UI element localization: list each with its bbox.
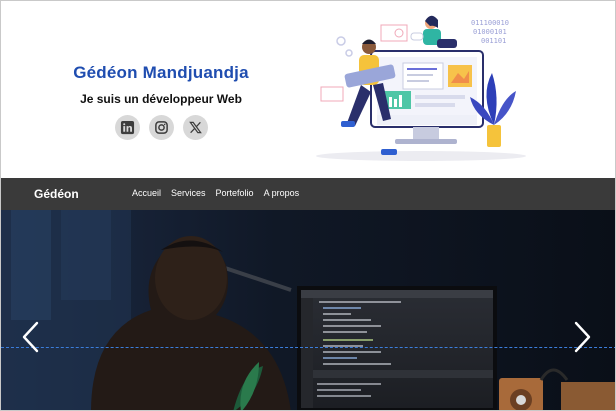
brand-logo[interactable]: Gédéon	[34, 187, 79, 201]
binary-line-3: 001101	[481, 37, 506, 45]
linkedin-icon	[120, 120, 134, 135]
chevron-left-icon	[22, 321, 39, 353]
page-frame: Gédéon Mandjuandja Je suis un développeu…	[0, 0, 616, 411]
nav-item-portefolio[interactable]: Portefolio	[216, 188, 254, 198]
social-links	[41, 115, 281, 140]
developer-illustration: 011100010 01000101 001101	[316, 15, 526, 161]
nav-item-a-propos[interactable]: A propos	[264, 188, 300, 198]
hero-section: Gédéon Mandjuandja Je suis un développeu…	[1, 1, 615, 178]
nav-menu: Accueil Services Portefolio A propos	[132, 188, 299, 198]
chevron-right-icon	[574, 321, 591, 353]
binary-line-2: 01000101	[473, 28, 507, 36]
carousel-prev-button[interactable]	[20, 320, 42, 354]
nav-item-services[interactable]: Services	[171, 188, 206, 198]
carousel-next-button[interactable]	[571, 320, 593, 354]
x-icon	[188, 121, 202, 134]
carousel-slide-image	[1, 210, 615, 410]
main-navbar: Gédéon Accueil Services Portefolio A pro…	[1, 178, 615, 210]
guide-line	[1, 347, 615, 348]
binary-line-1: 011100010	[471, 19, 509, 27]
instagram-icon	[154, 121, 168, 134]
x-link[interactable]	[182, 115, 208, 140]
image-carousel	[1, 210, 615, 410]
hero-tagline: Je suis un développeur Web	[80, 92, 242, 106]
instagram-link[interactable]	[148, 115, 174, 140]
hero-name: Gédéon Mandjuandja	[73, 63, 249, 82]
nav-item-accueil[interactable]: Accueil	[132, 188, 161, 198]
hero-text: Gédéon Mandjuandja Je suis un développeu…	[41, 63, 281, 140]
linkedin-link[interactable]	[114, 115, 140, 140]
